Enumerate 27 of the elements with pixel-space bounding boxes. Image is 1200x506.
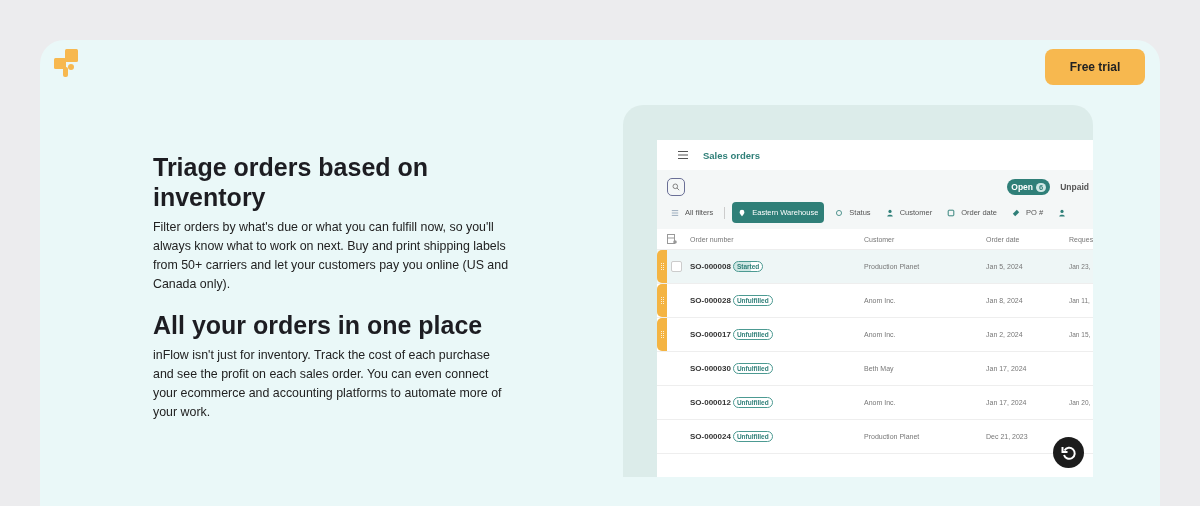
menu-icon[interactable] [677,150,689,160]
drag-handle[interactable] [657,318,667,351]
person-icon [885,208,894,217]
page-title: Sales orders [703,149,761,161]
section-paragraph: Filter orders by what's due or what you can fulfill now, so you'll always know what to work on next. Buy and print shipping labels from 50+ carriers and let your customers pay you online (US and Canada only). [153,219,510,293]
order-number: SO-000024 [690,432,731,441]
drag-handle[interactable] [657,250,667,283]
pin-icon [738,208,747,217]
row-checkbox[interactable] [671,261,682,272]
search-icon [672,183,680,191]
calendar-icon [947,208,956,217]
circle-icon [835,208,844,217]
free-trial-button[interactable]: Free trial [1045,49,1145,85]
search-button[interactable] [667,178,685,196]
drag-handle[interactable] [657,284,667,317]
order-number: SO-000008 [690,262,731,271]
order-number: SO-000012 [690,398,731,407]
order-number: SO-000028 [690,296,731,305]
columns-icon[interactable] [667,234,677,244]
order-number: SO-000030 [690,364,731,373]
order-number: SO-000017 [690,330,731,339]
tag-icon [1012,208,1020,217]
toggle-tab[interactable]: Unpaid [1056,179,1093,195]
section-heading: Triage orders based on inventory [153,152,430,212]
filter-lines-icon [671,208,679,217]
section-heading: All your orders in one place [153,310,484,340]
section-paragraph: inFlow isn't just for inventory. Track the cost of each purchase and see the profit on each sales order. You can even connect your ecommerce and accounting platforms to automate more of your work. [153,347,503,421]
